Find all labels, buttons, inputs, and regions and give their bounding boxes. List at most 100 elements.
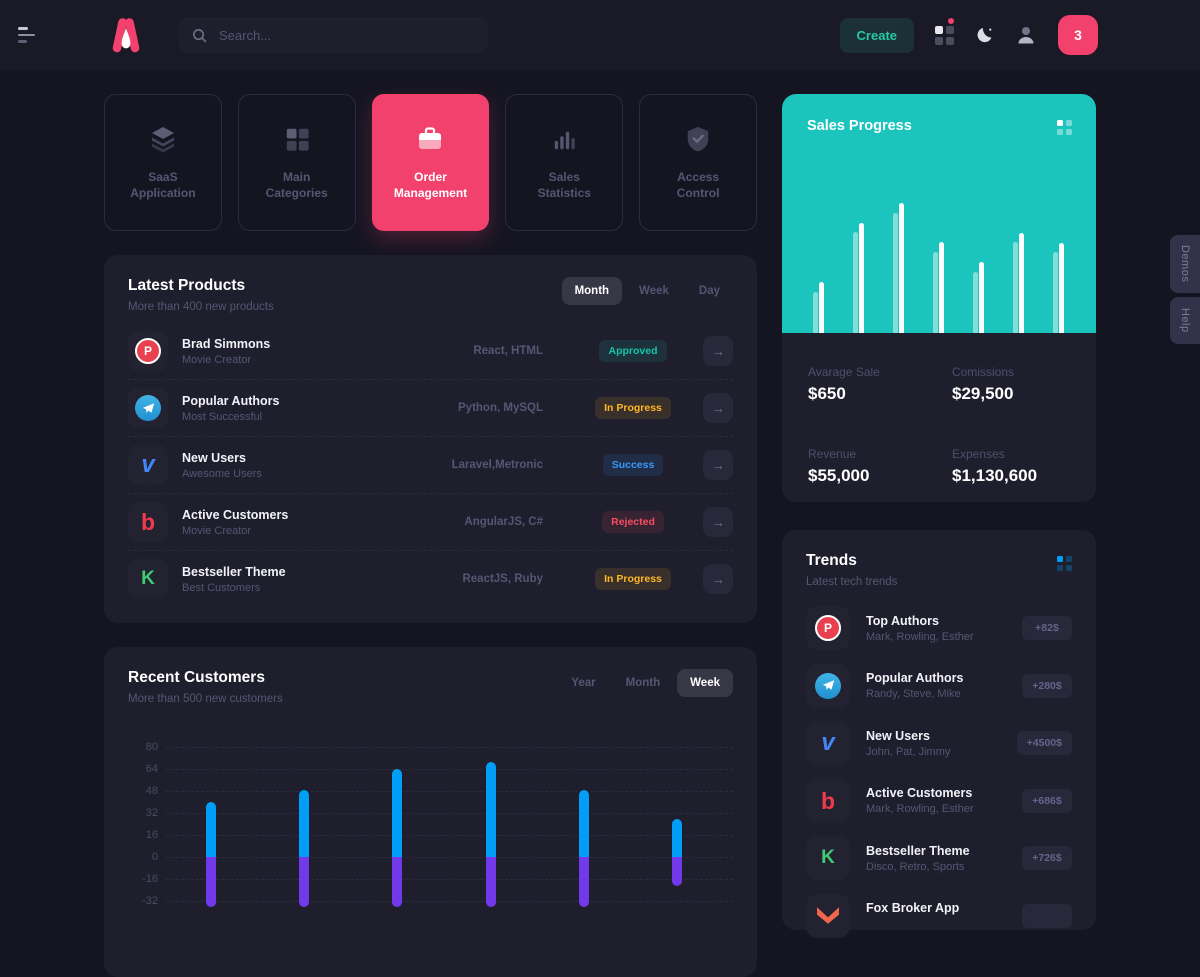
product-row: v New Users Awesome Users Laravel,Metron… <box>128 437 733 494</box>
bar-current <box>819 282 824 333</box>
vimeo-icon: v <box>821 733 834 753</box>
quick-tab-order-management[interactable]: Order Management <box>372 94 490 231</box>
quick-tab-access-control[interactable]: Access Control <box>639 94 757 231</box>
trend-logo-tile: K <box>806 836 850 880</box>
quick-tab-sales-statistics[interactable]: Sales Statistics <box>505 94 623 231</box>
menu-toggle-icon[interactable] <box>18 27 38 43</box>
trend-item: v New Users John, Pat, Jimmy +4500$ <box>806 721 1072 765</box>
product-desc: Movie Creator <box>182 354 270 366</box>
stat-value: $1,130,600 <box>952 466 1070 486</box>
product-row: b Active Customers Movie Creator Angular… <box>128 494 733 551</box>
dark-mode-moon-icon[interactable] <box>975 26 994 45</box>
beats-icon: b <box>821 790 835 812</box>
y-axis-tick: -16 <box>128 873 158 885</box>
product-logo-tile: K <box>128 559 168 599</box>
gridline <box>166 857 733 858</box>
products-filter-week[interactable]: Week <box>626 277 682 305</box>
stat-revenue: Revenue $55,000 <box>808 447 952 503</box>
gridline <box>166 791 733 792</box>
row-arrow-button[interactable]: → <box>703 450 733 480</box>
bar-negative <box>206 857 216 907</box>
producthunt-icon: P <box>815 615 841 641</box>
product-logo-tile: P <box>128 331 168 371</box>
gridline <box>166 879 733 880</box>
product-name[interactable]: Active Customers <box>182 508 288 522</box>
trends-card: Trends Latest tech trends P Top Authors … <box>782 530 1096 930</box>
sales-progress-card: Sales Progress Avarage Sale $650Comissio… <box>782 94 1096 502</box>
stat-label: Comissions <box>952 365 1070 379</box>
bar-current <box>1019 233 1024 333</box>
trend-title[interactable]: Popular Authors <box>866 671 963 685</box>
side-tab-help[interactable]: Help <box>1170 297 1200 344</box>
product-tech: Laravel,Metronic <box>403 459 543 471</box>
quick-tab-label: Order Management <box>373 169 489 201</box>
trend-title[interactable]: Fox Broker App <box>866 901 959 915</box>
trend-subtitle: Disco, Retro, Sports <box>866 861 970 873</box>
beats-icon: b <box>141 511 155 533</box>
y-axis-tick: 0 <box>128 851 158 863</box>
user-avatar-icon[interactable] <box>1015 24 1037 46</box>
customers-period-toggle: YearMonthWeek <box>558 669 733 697</box>
trend-title[interactable]: Active Customers <box>866 786 974 800</box>
quick-tab-label: Access Control <box>640 169 756 201</box>
customers-filter-year[interactable]: Year <box>558 669 608 697</box>
search-icon <box>192 28 207 43</box>
notification-dot <box>948 18 954 24</box>
trends-title: Trends <box>806 552 897 570</box>
sales-progress-title: Sales Progress <box>807 118 912 134</box>
latest-products-card: Latest Products More than 400 new produc… <box>104 255 757 623</box>
bar-positive <box>206 802 216 857</box>
quick-tab-label: SaaS Application <box>105 169 221 201</box>
row-arrow-button[interactable]: → <box>703 393 733 423</box>
apps-grid-icon[interactable] <box>935 26 954 45</box>
quick-tab-label: Main Categories <box>239 169 355 201</box>
trend-logo-tile: b <box>806 779 850 823</box>
trend-amount-badge: +280$ <box>1022 674 1072 698</box>
drag-dots-icon[interactable] <box>1057 556 1072 571</box>
product-name[interactable]: Bestseller Theme <box>182 565 286 579</box>
status-badge: In Progress <box>595 397 671 419</box>
app-logo[interactable] <box>104 13 148 57</box>
status-badge: Approved <box>599 340 666 362</box>
product-name[interactable]: Brad Simmons <box>182 337 270 351</box>
trend-title[interactable]: Top Authors <box>866 614 974 628</box>
trend-amount-badge: +4500$ <box>1017 731 1072 755</box>
customers-filter-month[interactable]: Month <box>613 669 673 697</box>
gridline <box>166 835 733 836</box>
trend-item: Fox Broker App <box>806 894 1072 938</box>
drag-dots-icon[interactable] <box>1057 120 1072 135</box>
create-button[interactable]: Create <box>840 18 914 53</box>
products-filter-day[interactable]: Day <box>686 277 733 305</box>
layers-icon <box>149 123 177 155</box>
y-axis-tick: 32 <box>128 807 158 819</box>
search-input[interactable] <box>217 27 474 44</box>
trend-subtitle <box>866 918 959 930</box>
product-name[interactable]: Popular Authors <box>182 394 279 408</box>
vimeo-icon: v <box>141 455 154 475</box>
bar-previous <box>893 213 898 333</box>
side-tab-demos[interactable]: Demos <box>1170 235 1200 293</box>
main-column: SaaS Application Main Categories Order M… <box>104 94 757 977</box>
quick-tab-saas-application[interactable]: SaaS Application <box>104 94 222 231</box>
product-tech: React, HTML <box>403 345 543 357</box>
search-bar[interactable] <box>178 17 488 53</box>
row-arrow-button[interactable]: → <box>703 336 733 366</box>
bar-previous <box>933 252 938 333</box>
stat-value: $650 <box>808 384 952 404</box>
status-badge: In Progress <box>595 568 671 590</box>
sales-progress-chart: Sales Progress <box>782 94 1096 333</box>
gridline <box>166 813 733 814</box>
product-row: K Bestseller Theme Best Customers ReactJ… <box>128 551 733 607</box>
trend-title[interactable]: Bestseller Theme <box>866 844 970 858</box>
bar-positive <box>299 790 309 857</box>
product-name[interactable]: New Users <box>182 451 262 465</box>
trend-logo-tile <box>806 894 850 938</box>
row-arrow-button[interactable]: → <box>703 564 733 594</box>
products-filter-month[interactable]: Month <box>562 277 622 305</box>
quick-tab-main-categories[interactable]: Main Categories <box>238 94 356 231</box>
trend-title[interactable]: New Users <box>866 729 950 743</box>
notification-count-button[interactable]: 3 <box>1058 15 1098 55</box>
bar-positive <box>486 762 496 857</box>
customers-filter-week[interactable]: Week <box>677 669 733 697</box>
row-arrow-button[interactable]: → <box>703 507 733 537</box>
